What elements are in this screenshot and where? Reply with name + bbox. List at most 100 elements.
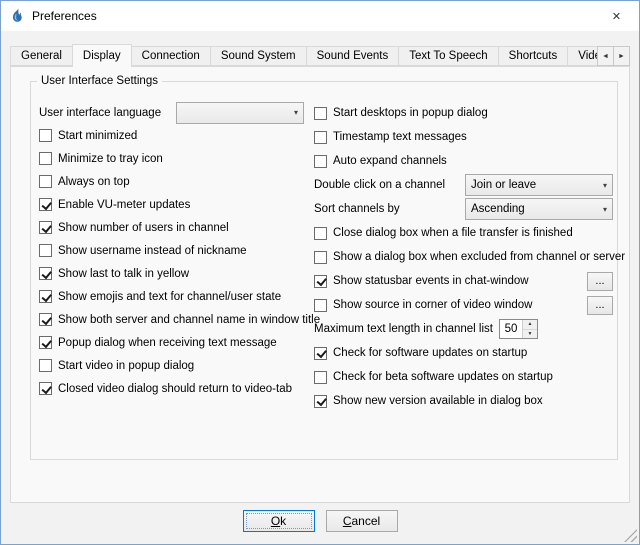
checkbox-label: Show number of users in channel: [58, 222, 229, 234]
max-text-length-spinbox[interactable]: 50 ▲ ▼: [499, 319, 538, 339]
sort-channels-row: Sort channels by Ascending ▾: [314, 197, 613, 221]
checkbox-label: Timestamp text messages: [333, 131, 467, 143]
checkbox-box[interactable]: [39, 221, 52, 234]
double-click-combo[interactable]: Join or leave ▾: [465, 174, 613, 196]
checkbox-auto-expand-channels[interactable]: Auto expand channels: [314, 149, 613, 173]
checkbox-software-updates[interactable]: Check for software updates on startup: [314, 341, 613, 365]
sort-channels-label: Sort channels by: [314, 203, 400, 215]
video-source-config-button[interactable]: ...: [587, 296, 613, 315]
checkbox-box[interactable]: [39, 313, 52, 326]
ok-button[interactable]: Ok: [243, 510, 315, 532]
checkbox-minimize-to-tray[interactable]: Minimize to tray icon: [39, 147, 304, 170]
checkbox-label: Popup dialog when receiving text message: [58, 337, 277, 349]
close-button[interactable]: ✕: [594, 1, 639, 31]
checkbox-video-return-tab[interactable]: Closed video dialog should return to vid…: [39, 377, 304, 400]
checkbox-emojis-text-state[interactable]: Show emojis and text for channel/user st…: [39, 285, 304, 308]
checkbox-box[interactable]: [314, 131, 327, 144]
checkbox-box[interactable]: [314, 107, 327, 120]
checkbox-dialog-when-excluded[interactable]: Show a dialog box when excluded from cha…: [314, 245, 613, 269]
checkbox-label: Start desktops in popup dialog: [333, 107, 488, 119]
checkbox-box[interactable]: [39, 382, 52, 395]
checkbox-box[interactable]: [314, 395, 327, 408]
checkbox-label: Start video in popup dialog: [58, 360, 194, 372]
checkbox-box[interactable]: [39, 290, 52, 303]
checkbox-box[interactable]: [39, 198, 52, 211]
spin-down-button[interactable]: ▼: [523, 330, 537, 339]
checkbox-box[interactable]: [39, 175, 52, 188]
checkbox-box[interactable]: [314, 155, 327, 168]
checkbox-box[interactable]: [39, 267, 52, 280]
video-source-row: Show source in corner of video window ..…: [314, 293, 613, 317]
checkbox-timestamp-messages[interactable]: Timestamp text messages: [314, 125, 613, 149]
checkbox-label: Enable VU-meter updates: [58, 199, 190, 211]
tab-display[interactable]: Display: [72, 44, 132, 67]
checkbox-label: Show new version available in dialog box: [333, 395, 543, 407]
checkbox-label: Auto expand channels: [333, 155, 447, 167]
checkbox-username-instead-nickname[interactable]: Show username instead of nickname: [39, 239, 304, 262]
max-text-length-label: Maximum text length in channel list: [314, 323, 493, 335]
checkbox-label: Show emojis and text for channel/user st…: [58, 291, 281, 303]
tab-scroll-left-button[interactable]: ◄: [597, 46, 614, 66]
checkbox-popup-text-message[interactable]: Popup dialog when receiving text message: [39, 331, 304, 354]
checkbox-box[interactable]: [314, 371, 327, 384]
max-text-length-row: Maximum text length in channel list 50 ▲…: [314, 317, 613, 341]
checkbox-box[interactable]: [314, 347, 327, 360]
checkbox-label: Show username instead of nickname: [58, 245, 247, 257]
checkbox-box[interactable]: [39, 152, 52, 165]
checkbox-video-popup[interactable]: Start video in popup dialog: [39, 354, 304, 377]
chevron-down-icon: ▾: [603, 181, 607, 190]
scroll-left-icon: ◄: [602, 53, 609, 60]
checkbox-label: Show both server and channel name in win…: [58, 314, 320, 326]
checkbox-label: Check for beta software updates on start…: [333, 371, 553, 383]
checkbox-box[interactable]: [39, 359, 52, 372]
checkbox-beta-updates[interactable]: Check for beta software updates on start…: [314, 365, 613, 389]
close-icon: ✕: [612, 10, 621, 23]
double-click-combo-value: Join or leave: [471, 179, 599, 191]
checkbox-new-version-dialog[interactable]: Show new version available in dialog box: [314, 389, 613, 413]
tab-text-to-speech[interactable]: Text To Speech: [398, 46, 498, 66]
display-tab-page: User Interface Settings User interface l…: [10, 66, 630, 503]
language-label: User interface language: [39, 107, 161, 119]
tab-general[interactable]: General: [10, 46, 73, 66]
double-click-row: Double click on a channel Join or leave …: [314, 173, 613, 197]
sort-channels-combo[interactable]: Ascending ▾: [465, 198, 613, 220]
checkbox-video-source-corner[interactable]: [314, 299, 327, 312]
checkbox-label: Always on top: [58, 176, 130, 188]
checkbox-box[interactable]: [39, 336, 52, 349]
tab-scroll-right-button[interactable]: ►: [613, 46, 630, 66]
spinbox-value: 50: [500, 320, 522, 338]
checkbox-label: Closed video dialog should return to vid…: [58, 383, 292, 395]
chevron-down-icon: ▾: [603, 205, 607, 214]
checkbox-close-on-transfer-finished[interactable]: Close dialog box when a file transfer is…: [314, 221, 613, 245]
checkbox-vu-meter-updates[interactable]: Enable VU-meter updates: [39, 193, 304, 216]
checkbox-desktops-popup[interactable]: Start desktops in popup dialog: [314, 101, 613, 125]
checkbox-label: Check for software updates on startup: [333, 347, 527, 359]
checkbox-show-user-count[interactable]: Show number of users in channel: [39, 216, 304, 239]
checkbox-last-talk-yellow[interactable]: Show last to talk in yellow: [39, 262, 304, 285]
checkbox-box[interactable]: [39, 129, 52, 142]
spin-up-button[interactable]: ▲: [523, 320, 537, 330]
tab-sound-events[interactable]: Sound Events: [306, 46, 400, 66]
checkbox-box[interactable]: [39, 244, 52, 257]
cancel-button-label: Cancel: [343, 514, 380, 528]
dialog-body: General Display Connection Sound System …: [1, 31, 639, 544]
left-column: User interface language ▾ Start minimize…: [39, 101, 304, 400]
checkbox-box[interactable]: [314, 227, 327, 240]
tab-scroll-buttons: ◄ ►: [597, 46, 630, 66]
language-combo[interactable]: ▾: [176, 102, 304, 124]
checkbox-server-channel-in-title[interactable]: Show both server and channel name in win…: [39, 308, 304, 331]
checkbox-box[interactable]: [314, 251, 327, 264]
tab-shortcuts[interactable]: Shortcuts: [498, 46, 569, 66]
titlebar[interactable]: Preferences ✕: [1, 1, 639, 31]
app-icon: [9, 8, 25, 24]
checkbox-statusbar-events[interactable]: [314, 275, 327, 288]
tab-connection[interactable]: Connection: [131, 46, 211, 66]
checkbox-always-on-top[interactable]: Always on top: [39, 170, 304, 193]
checkbox-start-minimized[interactable]: Start minimized: [39, 124, 304, 147]
cancel-button[interactable]: Cancel: [326, 510, 398, 532]
preferences-tabbar: General Display Connection Sound System …: [10, 44, 606, 67]
language-row: User interface language ▾: [39, 101, 304, 124]
statusbar-events-config-button[interactable]: ...: [587, 272, 613, 291]
tab-sound-system[interactable]: Sound System: [210, 46, 307, 66]
right-column: Start desktops in popup dialog Timestamp…: [314, 101, 613, 413]
